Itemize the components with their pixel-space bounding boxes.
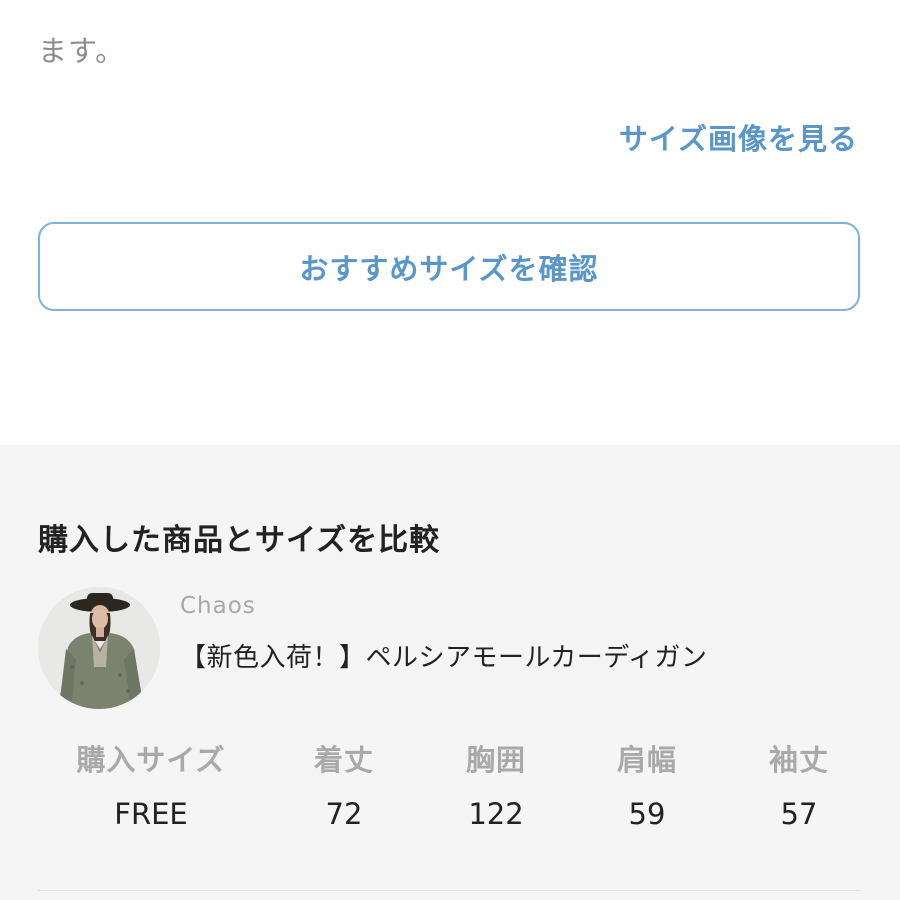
- header-shoulder: 肩幅: [616, 743, 678, 777]
- recommend-size-button[interactable]: おすすめサイズを確認: [38, 222, 860, 311]
- product-brand: Chaos: [180, 593, 256, 619]
- header-sleeve: 袖丈: [768, 743, 830, 777]
- product-name-link[interactable]: 【新色入荷！】ペルシアモールカーディガン: [180, 637, 707, 674]
- description-tail-text: ます。: [38, 34, 126, 68]
- value-chest: 122: [468, 797, 524, 831]
- size-table-value-row: FREE 72 122 59 57: [0, 797, 900, 857]
- size-compare-table: 購入サイズ 着丈 胸囲 肩幅 袖丈 FREE 72 122 59 57: [0, 737, 900, 857]
- value-purchase-size: FREE: [114, 797, 188, 831]
- header-purchase-size: 購入サイズ: [76, 743, 226, 777]
- purchase-compare-section: 購入した商品とサイズを比較 Chaos 【新色入荷！】ペルシアモールカーディガン…: [0, 445, 900, 900]
- compare-section-title: 購入した商品とサイズを比較: [38, 523, 441, 558]
- page: ます。 サイズ画像を見る おすすめサイズを確認 購入した商品とサイズを比較 Ch…: [0, 0, 900, 900]
- section-divider: [38, 890, 860, 891]
- value-shoulder: 59: [628, 797, 666, 831]
- header-length: 着丈: [313, 743, 375, 777]
- header-chest: 胸囲: [465, 743, 527, 777]
- size-table-header-row: 購入サイズ 着丈 胸囲 肩幅 袖丈: [0, 737, 900, 797]
- size-image-link[interactable]: サイズ画像を見る: [619, 116, 858, 158]
- model-photo-icon: [38, 587, 160, 709]
- value-length: 72: [325, 797, 363, 831]
- product-thumbnail[interactable]: [38, 587, 160, 709]
- value-sleeve: 57: [780, 797, 818, 831]
